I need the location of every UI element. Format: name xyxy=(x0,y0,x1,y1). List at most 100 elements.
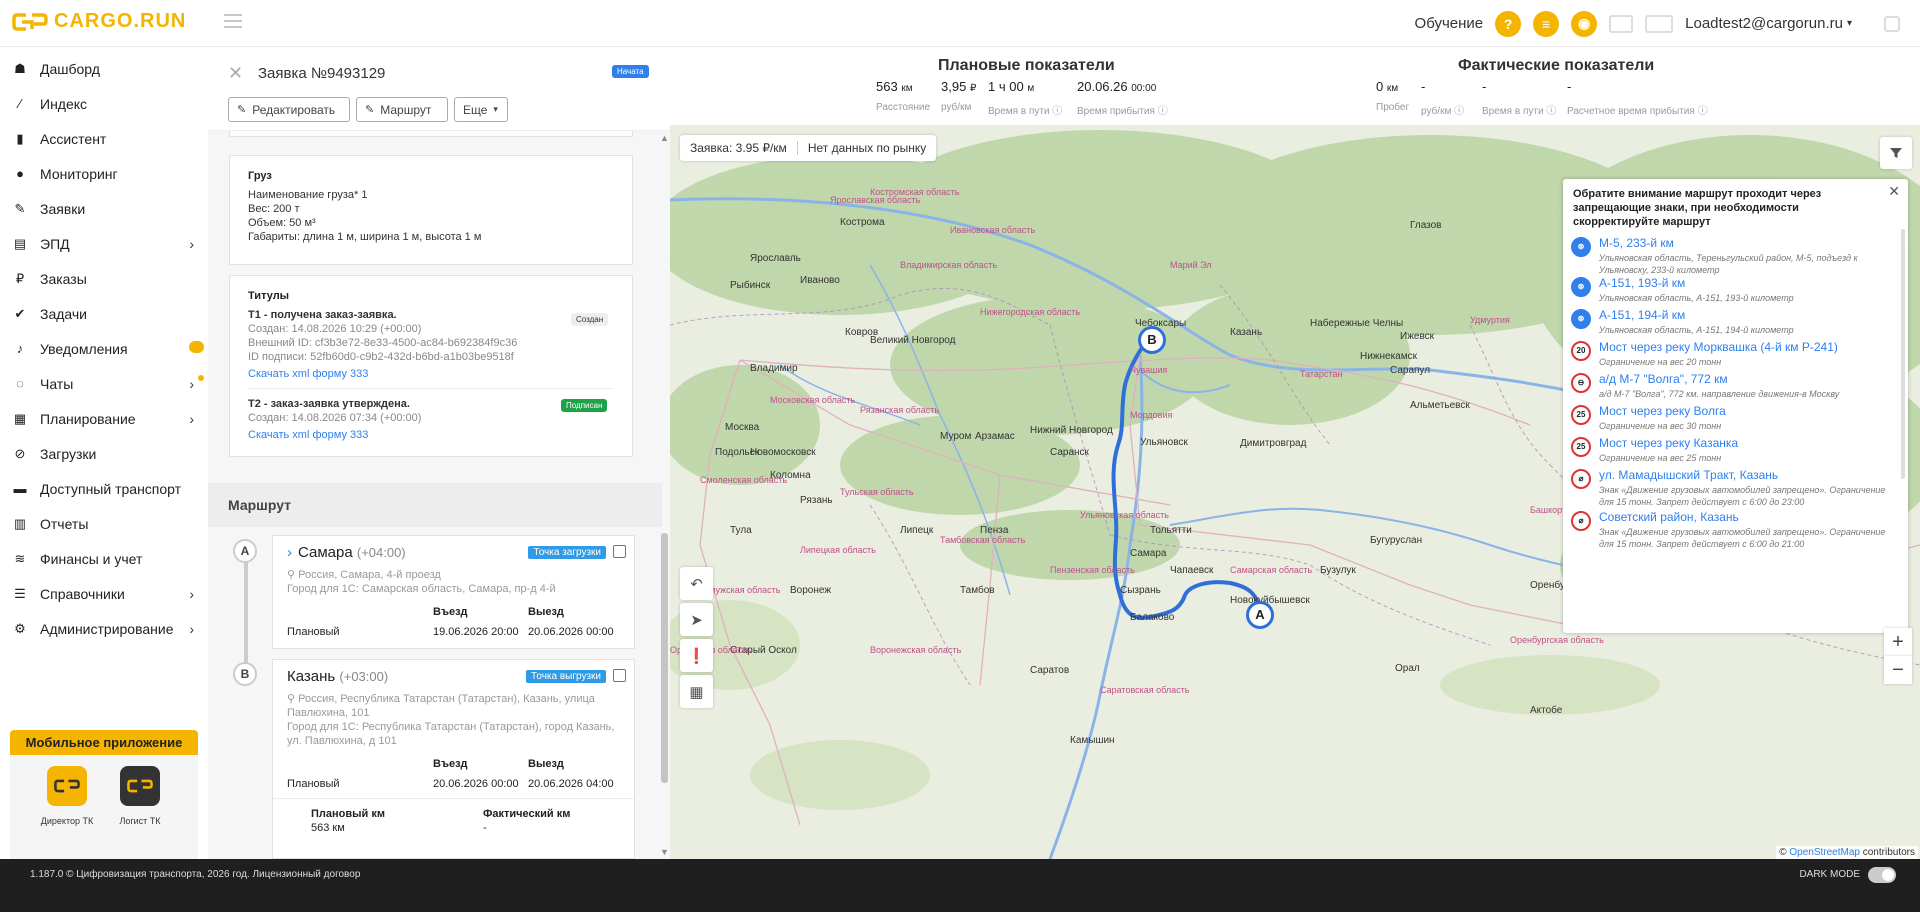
warning-link[interactable]: А-151, 194-й км xyxy=(1599,308,1685,322)
navigate-icon[interactable]: ➤ xyxy=(680,603,713,636)
warning-item[interactable]: ⊖ а/д М-7 "Волга", 772 км а/д М-7 "Волга",… xyxy=(1571,371,1901,407)
training-link[interactable]: Обучение xyxy=(1415,15,1484,32)
director-app-label: Директор ТК xyxy=(40,816,94,826)
sidebar-item-3[interactable]: ● Мониторинг xyxy=(0,156,208,191)
osm-link[interactable]: OpenStreetMap xyxy=(1789,847,1860,858)
city-label: Набережные Челны xyxy=(1310,318,1404,329)
region-label: Воронежская область xyxy=(870,645,962,655)
alert-icon[interactable]: ❗ xyxy=(680,639,713,672)
warning-link[interactable]: Мост через реку Казанка xyxy=(1599,436,1738,450)
city-label: Владимир xyxy=(750,363,798,374)
scroll-down-icon[interactable]: ▼ xyxy=(660,847,669,857)
warning-link[interactable]: Мост через реку Волга xyxy=(1599,404,1726,418)
map-point-b[interactable]: B xyxy=(1138,326,1166,354)
t1-download-link[interactable]: Скачать xml форму 333 xyxy=(248,368,368,380)
warning-item[interactable]: ⌀ Советский район, Казань Знак «Движение г… xyxy=(1571,509,1901,549)
chevron-right-icon: › xyxy=(189,236,194,252)
edit-button[interactable]: ✎ Редактировать xyxy=(228,97,350,122)
sidebar-item-16[interactable]: ⚙ Администрирование › xyxy=(0,611,208,646)
warning-item[interactable]: 20 Мост через реку Морквашка (4-й км Р-24… xyxy=(1571,339,1901,375)
sidebar-item-label: Дашборд xyxy=(40,60,100,77)
sidebar-item-11[interactable]: ⊘ Загрузки xyxy=(0,436,208,471)
more-button[interactable]: Еще ▾ xyxy=(454,97,508,122)
scrollbar-thumb[interactable] xyxy=(661,533,668,783)
sidebar-item-12[interactable]: ▬ Доступный транспорт xyxy=(0,471,208,506)
warning-link[interactable]: Советский район, Казань xyxy=(1599,510,1739,524)
sidebar-item-9[interactable]: ◌ Чаты › xyxy=(0,366,208,401)
truck-icon[interactable] xyxy=(1645,14,1674,33)
cargo-dims: Габариты: длина 1 м, ширина 1 м, высота … xyxy=(248,231,482,243)
sidebar-item-14[interactable]: ≋ Финансы и учет xyxy=(0,541,208,576)
logout-icon[interactable] xyxy=(1884,15,1900,32)
top-bar: CARGO.RUN Обучение ? ≡ ◉ Loadtest2@cargo… xyxy=(0,0,1920,47)
warning-link[interactable]: ул. Мамадышский Тракт, Казань xyxy=(1599,468,1778,482)
logist-app-icon[interactable] xyxy=(120,766,160,806)
sidebar-item-13[interactable]: ▥ Отчеты xyxy=(0,506,208,541)
check-icon: ✔ xyxy=(14,305,26,321)
menu-toggle-icon[interactable] xyxy=(224,14,242,28)
city-label: Сарапул xyxy=(1390,365,1431,376)
chevron-down-icon[interactable]: ▾ xyxy=(1847,18,1852,29)
sidebar-item-7[interactable]: ✔ Задачи xyxy=(0,296,208,331)
warning-item[interactable]: ⌀ ул. Мамадышский Тракт, Казань Знак «Движ… xyxy=(1571,467,1901,507)
panel-scrollbar[interactable]: ▲ ▼ xyxy=(658,131,670,859)
zoom-in-button[interactable]: + xyxy=(1884,628,1912,656)
chevron-right-icon: › xyxy=(189,376,194,392)
sidebar-item-0[interactable]: ☗ Дашборд xyxy=(0,51,208,86)
map-layers-icon[interactable]: ▦ xyxy=(680,675,713,708)
sidebar-item-8[interactable]: ♪ Уведомления xyxy=(0,331,208,366)
warning-item[interactable]: 25 Мост через реку Волга Ограничение на ве… xyxy=(1571,403,1901,439)
sidebar-item-10[interactable]: ▦ Планирование › xyxy=(0,401,208,436)
external-link-icon[interactable] xyxy=(613,545,626,558)
map[interactable]: Кострома Рыбинск Ярославль Иваново Ковров Вла… xyxy=(670,125,1920,859)
region-label: Удмуртия xyxy=(1470,315,1510,325)
route-button[interactable]: ✎ Маршрут xyxy=(356,97,448,122)
chevron-right-icon: › xyxy=(189,411,194,427)
chevron-right-icon[interactable]: › xyxy=(287,544,292,561)
scroll-up-icon[interactable]: ▲ xyxy=(660,133,669,143)
title-t2-created: Создан: 14.08.2026 07:34 (+00:00) xyxy=(248,412,422,424)
warning-item[interactable]: ⊗ А-151, 194-й км Ульяновская область, А-1… xyxy=(1571,307,1901,343)
fact-stats-title: Фактические показатели xyxy=(1458,57,1655,74)
support-icon[interactable]: ◉ xyxy=(1571,10,1598,37)
close-icon[interactable]: ✕ xyxy=(228,63,243,84)
chat-bubble-icon[interactable]: ≡ xyxy=(1533,10,1560,37)
close-icon[interactable]: ✕ xyxy=(1888,183,1900,200)
sidebar-item-5[interactable]: ▤ ЭПД › xyxy=(0,226,208,261)
sidebar-item-4[interactable]: ✎ Заявки xyxy=(0,191,208,226)
user-email[interactable]: Loadtest2@cargorun.ru xyxy=(1685,15,1843,32)
point-b-exit: 20.06.2026 04:00 xyxy=(528,778,614,790)
warning-link[interactable]: Мост через реку Морквашка (4-й км Р-241) xyxy=(1599,340,1838,354)
warning-link[interactable]: А-151, 193-й км xyxy=(1599,276,1685,290)
warning-link[interactable]: а/д М-7 "Волга", 772 км xyxy=(1599,372,1728,386)
route-point-b-card[interactable]: Казань (+03:00) Точка выгрузки ⚲ Россия,… xyxy=(272,659,635,859)
sidebar-item-15[interactable]: ☰ Справочники › xyxy=(0,576,208,611)
route-point-a-card[interactable]: › Самара (+04:00) Точка загрузки ⚲ Россия… xyxy=(272,535,635,649)
logo[interactable]: CARGO.RUN xyxy=(12,10,186,33)
sidebar-item-6[interactable]: ₽ Заказы xyxy=(0,261,208,296)
warning-item[interactable]: 25 Мост через реку Казанка Ограничение на … xyxy=(1571,435,1901,471)
city-label: Балаково xyxy=(1130,612,1175,623)
zoom-out-button[interactable]: − xyxy=(1884,656,1912,684)
sidebar-item-1[interactable]: ⁄ Индекс xyxy=(0,86,208,121)
warning-scrollbar[interactable] xyxy=(1901,229,1905,479)
city-label: Нижнекамск xyxy=(1360,351,1417,362)
plan-stat-unit: ₽ xyxy=(969,83,977,94)
dark-mode-toggle[interactable] xyxy=(1868,867,1896,883)
filter-button[interactable] xyxy=(1880,137,1912,169)
sidebar-item-2[interactable]: ▮ Ассистент xyxy=(0,121,208,156)
t2-download-link[interactable]: Скачать xml форму 333 xyxy=(248,429,368,441)
director-app-icon[interactable] xyxy=(47,766,87,806)
warning-link[interactable]: М-5, 233-й км xyxy=(1599,236,1674,250)
warning-item[interactable]: ⊗ А-151, 193-й км Ульяновская область, А-1… xyxy=(1571,275,1901,311)
warning-item[interactable]: ⊗ М-5, 233-й км Ульяновская область, Терен… xyxy=(1571,235,1901,275)
help-icon[interactable]: ? xyxy=(1495,10,1522,37)
map-point-a[interactable]: A xyxy=(1246,601,1274,629)
loading-point-tag: Точка загрузки xyxy=(528,546,606,559)
order-scroll-area[interactable]: Груз Наименование груза* 1 Вес: 200 т Об… xyxy=(208,131,662,859)
app-root: CARGO.RUN Обучение ? ≡ ◉ Loadtest2@cargo… xyxy=(0,0,1920,912)
card-icon[interactable] xyxy=(1609,14,1634,33)
external-link-icon[interactable] xyxy=(613,669,626,682)
undo-icon[interactable]: ↶ xyxy=(680,567,713,600)
city-label: Орал xyxy=(1395,663,1420,674)
